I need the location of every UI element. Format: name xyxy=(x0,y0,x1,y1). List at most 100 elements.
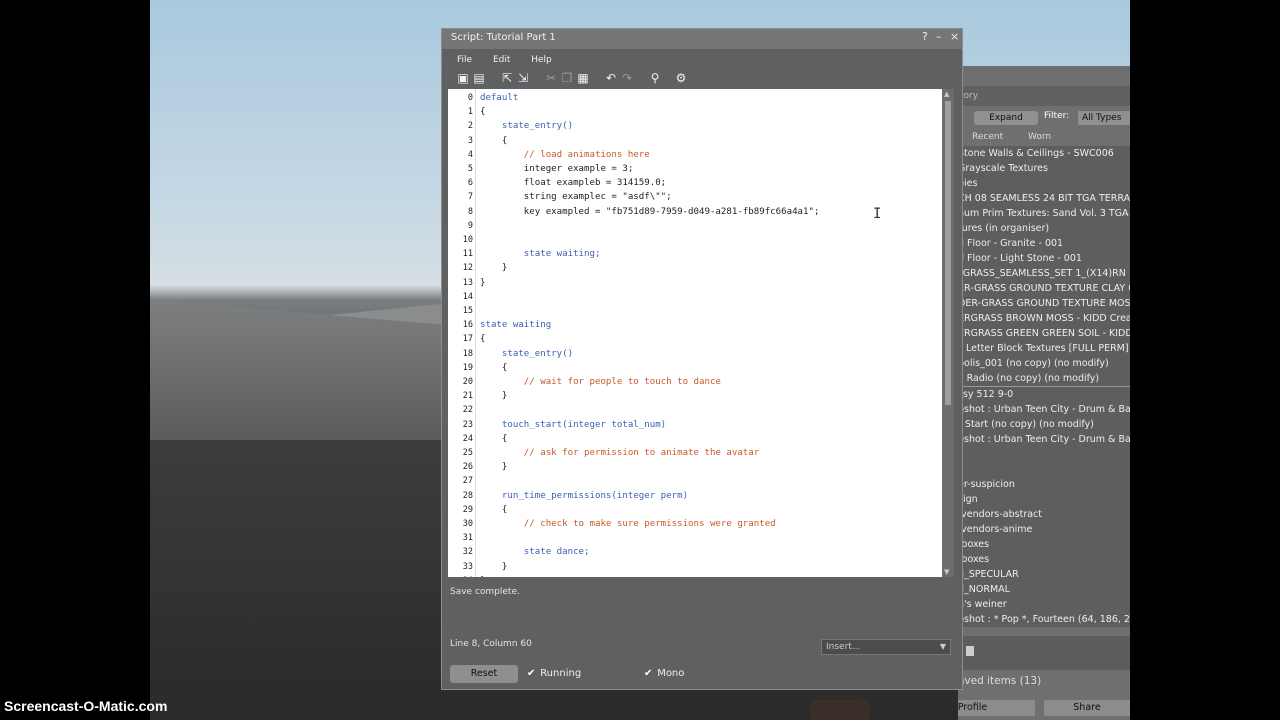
inventory-item[interactable]: _GRASS_SEAMLESS_SET 1_(X14)RN xyxy=(958,266,1130,281)
code-line: } xyxy=(480,561,508,572)
inventory-title: tory xyxy=(958,86,1130,106)
inventory-item[interactable]: num Prim Textures: Sand Vol. 3 TGA xyxy=(958,206,1130,221)
inventory-item[interactable]: CH 08 SEAMLESS 24 BIT TGA TERRAIN xyxy=(958,191,1130,206)
inventory-item[interactable]: pshot : * Pop *, Fourteen (64, 186, 21) xyxy=(958,612,1130,627)
line-number: 7 xyxy=(467,192,473,203)
inventory-item[interactable]: -boxes xyxy=(958,552,1130,567)
redo-icon[interactable]: ↷ xyxy=(620,71,634,85)
expand-button[interactable]: Expand xyxy=(974,111,1038,125)
line-number: 2 xyxy=(467,121,473,132)
saved-items-label: aved items (13) xyxy=(958,675,1042,687)
inventory-item[interactable]: polis_001 (no copy) (no modify) xyxy=(958,356,1130,371)
avatar xyxy=(810,700,870,720)
inventory-item[interactable] xyxy=(958,462,1130,477)
code-line: // wait for people to touch to dance xyxy=(480,377,721,387)
inventory-item[interactable]: ERGRASS GREEN GREEN SOIL - KIDD C xyxy=(958,326,1130,341)
running-checkbox[interactable]: ✔ Running xyxy=(527,665,581,683)
menu-help[interactable]: Help xyxy=(531,55,552,65)
code-line: } xyxy=(480,391,508,402)
inventory-item[interactable]: -boxes xyxy=(958,537,1130,552)
scroll-up-icon[interactable]: ▲ xyxy=(944,90,949,98)
inventory-item[interactable]: Grayscale Textures xyxy=(958,161,1130,176)
code-line: } xyxy=(480,576,485,577)
inventory-list[interactable]: Stone Walls & Ceilings - SWC006 Grayscale… xyxy=(958,146,1130,627)
line-number: 23 xyxy=(462,419,473,430)
code-line: key exampled = "fb751d89-7959-d049-a281-… xyxy=(480,206,820,217)
tab-recent[interactable]: Recent xyxy=(972,130,1003,144)
inventory-item[interactable]: d Floor - Granite - 001 xyxy=(958,236,1130,251)
line-number: 13 xyxy=(462,277,473,288)
inventory-item[interactable]: pshot : Urban Teen City - Drum & Bass xyxy=(958,432,1130,447)
inventory-item[interactable]: r Start (no copy) (no modify) xyxy=(958,417,1130,432)
close-button[interactable]: × xyxy=(950,30,959,43)
inventory-item[interactable]: tures (in organiser) xyxy=(958,221,1130,236)
inventory-item[interactable]: er-suspicion xyxy=(958,477,1130,492)
inventory-item[interactable]: ER-GRASS GROUND TEXTURE CLAY 0 xyxy=(958,281,1130,296)
menu-file[interactable]: File xyxy=(457,55,472,65)
code-line: // check to make sure permissions were g… xyxy=(480,519,776,529)
left-letterbox xyxy=(0,0,150,720)
scrollbar-thumb[interactable] xyxy=(945,101,951,405)
script-editor-window: Script: Tutorial Part 1 ? – × File Edit … xyxy=(441,28,963,690)
help-button[interactable]: ? xyxy=(922,30,928,43)
watermark: Screencast-O-Matic.com xyxy=(4,698,168,714)
types-dropdown[interactable]: All Types xyxy=(1078,111,1130,125)
share-button[interactable]: Share xyxy=(1044,700,1130,716)
line-number: 25 xyxy=(462,448,473,458)
settings-icon[interactable]: ⚙ xyxy=(674,71,688,85)
inventory-item[interactable]: n's weiner xyxy=(958,597,1130,612)
inventory-item[interactable]: d_NORMAL xyxy=(958,582,1130,597)
paste-icon[interactable]: ▦ xyxy=(576,71,590,85)
profile-button[interactable]: Profile xyxy=(958,700,1035,716)
line-number: 16 xyxy=(462,320,473,331)
mono-checkbox[interactable]: ✔ Mono xyxy=(644,665,684,683)
undo-icon[interactable]: ↶ xyxy=(604,71,618,85)
line-number: 31 xyxy=(462,533,473,544)
inventory-item[interactable]: sign xyxy=(958,492,1130,507)
reset-button[interactable]: Reset xyxy=(450,665,518,683)
code-line: { xyxy=(480,107,486,118)
save-as-icon[interactable]: ▤ xyxy=(472,71,486,85)
line-number: 3 xyxy=(467,135,473,146)
line-number: 34 xyxy=(463,576,473,577)
cut-icon[interactable]: ✂ xyxy=(544,71,558,85)
inventory-item[interactable]: DER-GRASS GROUND TEXTURE MOSSY xyxy=(958,296,1130,311)
code-editor[interactable]: 0 1 2 3 4 5 6 7 8 9 10 11 12 13 14 15 16 17 18 19 20 21 22 23 24… xyxy=(448,89,942,577)
code-line: // load animations here xyxy=(480,149,650,160)
inventory-item[interactable]: -vendors-anime xyxy=(958,522,1130,537)
line-number: 14 xyxy=(462,291,473,302)
code-line: string examplec = "asdf\""; xyxy=(480,192,672,203)
status-area xyxy=(448,581,942,631)
copy-icon[interactable]: ❐ xyxy=(560,71,574,85)
title-bar[interactable]: Script: Tutorial Part 1 ? – × xyxy=(442,29,962,49)
code-line: default xyxy=(480,93,519,103)
inventory-item[interactable]: y Radio (no copy) (no modify) xyxy=(958,371,1130,386)
scroll-down-icon[interactable]: ▼ xyxy=(944,568,949,576)
inventory-item[interactable]: bies xyxy=(958,176,1130,191)
trash-icon[interactable] xyxy=(966,646,974,656)
menu-edit[interactable]: Edit xyxy=(493,55,510,65)
save-icon[interactable]: ▣ xyxy=(456,71,470,85)
code-line: } xyxy=(480,263,508,274)
insert-dropdown[interactable]: Insert... ▼ xyxy=(821,639,951,655)
inventory-item[interactable]: ERGRASS BROWN MOSS - KIDD Creat xyxy=(958,311,1130,326)
import-icon[interactable]: ⇲ xyxy=(516,71,530,85)
line-number: 10 xyxy=(462,235,473,245)
search-icon[interactable]: ⚲ xyxy=(648,71,662,85)
inventory-item[interactable]: -vendors-abstract xyxy=(958,507,1130,522)
inventory-item[interactable]: Stone Walls & Ceilings - SWC006 xyxy=(958,146,1130,161)
export-icon[interactable]: ⇱ xyxy=(500,71,514,85)
inventory-panel: tory Expand Filter: All Types Recent Wor… xyxy=(958,66,1130,720)
mono-label: Mono xyxy=(657,668,685,679)
inventory-item[interactable]: s Letter Block Textures [FULL PERM] xyxy=(958,341,1130,356)
inventory-item[interactable]: ssy 512 9-0 xyxy=(958,386,1130,402)
inventory-item[interactable]: d_SPECULAR xyxy=(958,567,1130,582)
minimize-button[interactable]: – xyxy=(936,30,942,43)
checkmark-icon: ✔ xyxy=(644,668,653,679)
inventory-item[interactable]: pshot : Urban Teen City - Drum & Bass xyxy=(958,402,1130,417)
tab-worn[interactable]: Worn xyxy=(1028,130,1051,144)
inventory-item[interactable]: d Floor - Light Stone - 001 xyxy=(958,251,1130,266)
inventory-item[interactable] xyxy=(958,447,1130,462)
code-line: { xyxy=(480,433,508,444)
editor-scrollbar[interactable]: ▲ ▼ xyxy=(942,89,954,577)
